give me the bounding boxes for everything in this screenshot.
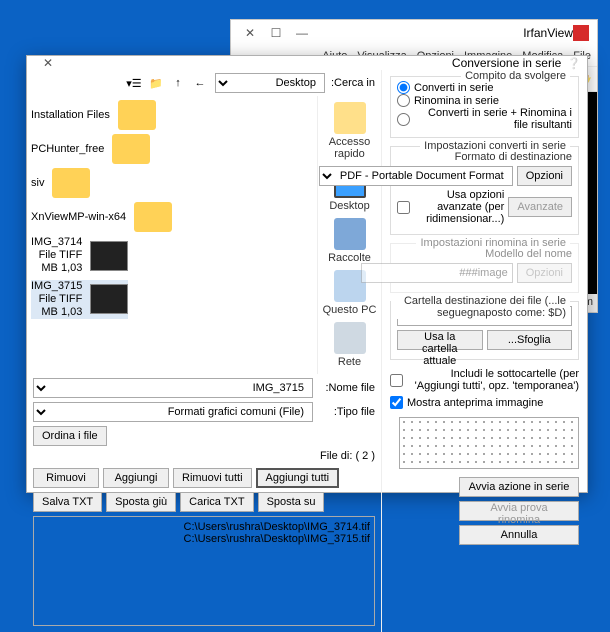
advanced-check-label[interactable]: Usa opzioni avanzate (per ridimensionar.… [414, 189, 504, 225]
file-count-label: File di: ( 2 ) [27, 450, 381, 464]
action-group: Compito da svolgere Converti in serie Ri… [390, 76, 579, 138]
settings-panel: Compito da svolgere Converti in serie Ri… [381, 70, 587, 632]
app-logo-icon [573, 25, 589, 41]
place-quick-access[interactable]: Accesso rapido [320, 102, 379, 160]
filetype-combo[interactable]: Formati grafici comuni (File) [33, 402, 313, 422]
folder-icon [118, 100, 156, 130]
action-group-label: Compito da svolgere [461, 70, 570, 82]
run-button[interactable]: Avvia azione in serie [459, 477, 579, 497]
filetype-label: Tipo file: [319, 406, 375, 418]
dialog-titlebar: ❔ Conversione in serie ✕ [27, 56, 587, 70]
folder-item[interactable]: Installation Files [31, 100, 156, 130]
preview-thumbnail [399, 417, 579, 469]
advanced-button[interactable]: Avanzate [508, 197, 572, 217]
browse-button[interactable]: Sfoglia... [487, 330, 573, 350]
move-down-button[interactable]: Sposta giù [106, 492, 176, 512]
file-browser-top: Cerca in: Desktop ← ↑ 📁 ☰▾ [27, 70, 381, 96]
use-current-button[interactable]: Usa la cartella attuale [397, 330, 483, 350]
view-mode-icon[interactable]: ☰▾ [125, 74, 143, 92]
convert-group: Impostazioni converti in serie Formato d… [390, 146, 579, 235]
image-thumb-icon [90, 241, 128, 271]
filename-label: Nome file: [319, 382, 375, 394]
image-item[interactable]: IMG_3714File TIFF1,03 MB [31, 236, 128, 276]
queued-files-list[interactable]: C:\Users\rushra\Desktop\IMG_3714.tif C:\… [33, 516, 375, 626]
show-preview-check[interactable] [390, 396, 403, 409]
radio-rename[interactable] [397, 94, 410, 107]
dest-group-label: Cartella destinazione dei file (...le se… [391, 295, 570, 319]
file-list[interactable]: Installation Files PCHunter_free siv XnV… [27, 96, 317, 374]
file-browser-panel: Cerca in: Desktop ← ↑ 📁 ☰▾ Accesso rapid… [27, 70, 381, 632]
up-icon[interactable]: ↑ [169, 74, 187, 92]
radio-both-label[interactable]: Converti in serie + Rinomina i file risu… [414, 107, 572, 131]
dialog-help-icon[interactable]: ❔ [567, 57, 581, 70]
batch-dialog: ❔ Conversione in serie ✕ Compito da svol… [26, 55, 588, 493]
format-combo[interactable]: PDF - Portable Document Format [319, 166, 513, 186]
rename-group: Impostazioni rinomina in serie Modello d… [390, 243, 579, 293]
list-item[interactable]: C:\Users\rushra\Desktop\IMG_3715.tif [38, 533, 370, 545]
list-item[interactable]: C:\Users\rushra\Desktop\IMG_3714.tif [38, 521, 370, 533]
include-sub-check[interactable] [390, 374, 403, 387]
main-title: IrfanView [523, 26, 573, 40]
add-button[interactable]: Aggiungi [103, 468, 169, 488]
folder-icon [112, 134, 150, 164]
look-in-combo[interactable]: Desktop [215, 73, 325, 93]
queue-buttons: Aggiungi tutti Rimuovi tutti Aggiungi Ri… [27, 464, 381, 516]
maximize-button[interactable]: ☐ [269, 26, 283, 40]
format-options-button[interactable]: Opzioni [517, 166, 572, 186]
folder-icon [134, 202, 172, 232]
model-input [361, 263, 513, 283]
folder-item[interactable]: PCHunter_free [31, 134, 150, 164]
radio-convert[interactable] [397, 81, 410, 94]
image-thumb-icon [90, 284, 128, 314]
filename-input[interactable]: IMG_3715 [33, 378, 313, 398]
new-folder-icon[interactable]: 📁 [147, 74, 165, 92]
radio-both[interactable] [397, 113, 410, 126]
radio-rename-label[interactable]: Rinomina in serie [414, 95, 499, 107]
file-browser-bottom: Nome file: IMG_3715 Tipo file: Formati g… [27, 374, 381, 450]
folder-icon [52, 168, 90, 198]
load-txt-button[interactable]: Carica TXT [180, 492, 253, 512]
show-preview-label[interactable]: Mostra anteprima immagine [407, 397, 543, 409]
image-item[interactable]: IMG_3715File TIFF1,03 MB [31, 280, 128, 320]
save-txt-button[interactable]: Salva TXT [33, 492, 102, 512]
include-sub-label[interactable]: Includi le sottocartelle (per 'Aggiungi … [407, 368, 579, 392]
close-button[interactable]: ✕ [243, 26, 257, 40]
dest-group: Cartella destinazione dei file (...le se… [390, 301, 579, 360]
move-up-button[interactable]: Sposta su [258, 492, 325, 512]
look-in-label: Cerca in: [331, 77, 375, 89]
add-all-button[interactable]: Aggiungi tutti [256, 468, 340, 488]
place-collections[interactable]: Raccolte [328, 218, 371, 264]
place-network[interactable]: Rete [334, 322, 366, 368]
minimize-button[interactable]: — [295, 26, 309, 40]
test-rename-button: Avvia prova rinomina [459, 501, 579, 521]
remove-button[interactable]: Rimuovi [33, 468, 99, 488]
dialog-close-button[interactable]: ✕ [41, 56, 55, 70]
main-titlebar: IrfanView — ☐ ✕ [231, 20, 597, 46]
model-label: Modello del nome [397, 248, 572, 260]
rename-group-label: Impostazioni rinomina in serie [416, 237, 570, 249]
dialog-title: Conversione in serie [452, 56, 561, 70]
convert-group-label: Impostazioni converti in serie [420, 140, 570, 152]
back-icon[interactable]: ← [191, 74, 209, 92]
cancel-button[interactable]: Annulla [459, 525, 579, 545]
rename-options-button: Opzioni [517, 263, 572, 283]
advanced-check[interactable] [397, 201, 410, 214]
sort-button[interactable]: Ordina i file [33, 426, 107, 446]
format-label: Formato di destinazione [397, 151, 572, 163]
places-bar: Accesso rapido Desktop Raccolte Questo P… [317, 96, 381, 374]
remove-all-button[interactable]: Rimuovi tutti [173, 468, 252, 488]
folder-item[interactable]: XnViewMP-win-x64 [31, 202, 172, 232]
folder-item[interactable]: siv [31, 168, 90, 198]
radio-convert-label[interactable]: Converti in serie [414, 82, 493, 94]
